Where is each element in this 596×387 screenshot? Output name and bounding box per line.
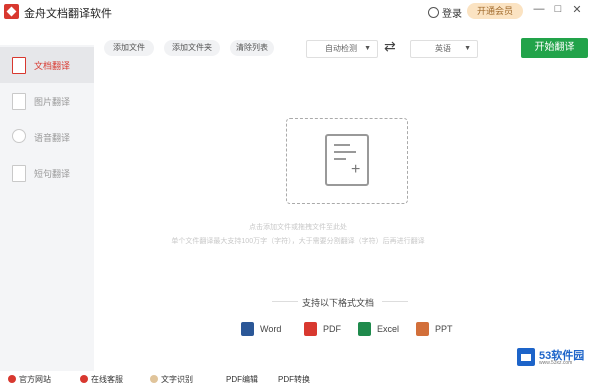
official-website-link[interactable]: 官方网站: [8, 374, 51, 385]
format-label: PDF: [323, 324, 341, 334]
watermark-url: www.53xz.com: [539, 360, 573, 366]
pdf-convert-link[interactable]: PDF转换: [278, 374, 310, 385]
close-icon[interactable]: ✕: [570, 3, 584, 16]
watermark-logo: 53软件园 www.53xz.com: [517, 346, 591, 368]
add-file-button[interactable]: 添加文件: [104, 40, 154, 56]
login-button[interactable]: 登录: [428, 5, 462, 20]
add-document-icon: +: [325, 134, 369, 186]
document-icon: [12, 57, 26, 74]
doc-line: [334, 158, 346, 160]
word-icon: [241, 322, 254, 336]
sidebar-item-label: 语音翻译: [34, 133, 71, 143]
drop-hint: 点击添加文件或拖拽文件至此处: [249, 224, 347, 231]
excel-icon: [358, 322, 371, 336]
sidebar-item-image-translate[interactable]: 图片翻译: [0, 83, 94, 119]
pdf-icon: [304, 322, 317, 336]
sidebar-item-label: 文档翻译: [34, 61, 71, 71]
vip-button[interactable]: 开通会员: [467, 3, 523, 19]
minimize-icon[interactable]: —: [532, 3, 546, 15]
sidebar-item-voice-translate[interactable]: 语音翻译: [0, 119, 94, 155]
footer-label: 在线客服: [91, 375, 123, 384]
app-logo-icon: [4, 4, 19, 19]
online-service-link[interactable]: 在线客服: [80, 374, 123, 385]
footer-label: PDF转换: [278, 375, 310, 384]
app-title: 金舟文档翻译软件: [24, 8, 112, 20]
sidebar-item-label: 图片翻译: [34, 97, 71, 107]
ppt-icon: [416, 322, 429, 336]
swap-languages-icon[interactable]: ⇄: [384, 38, 396, 55]
support-title: 支持以下格式文档: [302, 298, 375, 308]
format-label: Word: [260, 324, 282, 334]
headset-icon: [80, 375, 88, 383]
sidebar-item-document-translate[interactable]: 文档翻译: [0, 47, 94, 83]
divider: [382, 301, 408, 302]
pdf-edit-link[interactable]: PDF编辑: [226, 374, 258, 385]
sidebar-item-text-translate[interactable]: 短句翻译: [0, 155, 94, 191]
format-label: Excel: [377, 324, 400, 334]
add-folder-button[interactable]: 添加文件夹: [164, 40, 220, 56]
footer-label: 文字识别: [161, 375, 193, 384]
clear-list-button[interactable]: 清除列表: [230, 40, 274, 56]
footer-label: PDF编辑: [226, 375, 258, 384]
chevron-down-icon: ▼: [464, 45, 471, 52]
home-icon: [8, 375, 16, 383]
start-translate-button[interactable]: 开始翻译: [521, 38, 588, 58]
user-icon: [428, 7, 439, 18]
voice-icon: [12, 129, 26, 143]
size-hint: 单个文件翻译最大支持100万字（字符），大于需要分割翻译（字符）后再进行翻译: [171, 238, 425, 245]
doc-line: [334, 144, 350, 146]
file-drop-zone[interactable]: +: [286, 118, 408, 204]
target-language-value: 英语: [435, 44, 451, 53]
image-icon: [12, 93, 26, 110]
sidebar: 文档翻译 图片翻译 语音翻译 短句翻译: [0, 45, 94, 371]
doc-line: [334, 151, 356, 153]
ocr-icon: [150, 375, 158, 383]
login-label: 登录: [442, 9, 462, 20]
text-icon: [12, 165, 26, 182]
plus-icon: +: [351, 161, 361, 178]
target-language-select[interactable]: 英语 ▼: [410, 40, 478, 58]
sidebar-item-label: 短句翻译: [34, 169, 71, 179]
divider: [272, 301, 298, 302]
format-label: PPT: [435, 324, 453, 334]
ocr-link[interactable]: 文字识别: [150, 374, 193, 385]
source-language-select[interactable]: 自动检测 ▼: [306, 40, 378, 58]
source-language-value: 自动检测: [325, 44, 357, 53]
maximize-icon[interactable]: □: [551, 3, 565, 15]
footer: 官方网站 在线客服 文字识别 PDF编辑 PDF转换: [0, 372, 596, 387]
footer-label: 官方网站: [19, 375, 51, 384]
title-bar: 金舟文档翻译软件 登录 开通会员 — □ ✕: [0, 0, 596, 24]
watermark-icon: [517, 348, 535, 366]
chevron-down-icon: ▼: [364, 45, 371, 52]
